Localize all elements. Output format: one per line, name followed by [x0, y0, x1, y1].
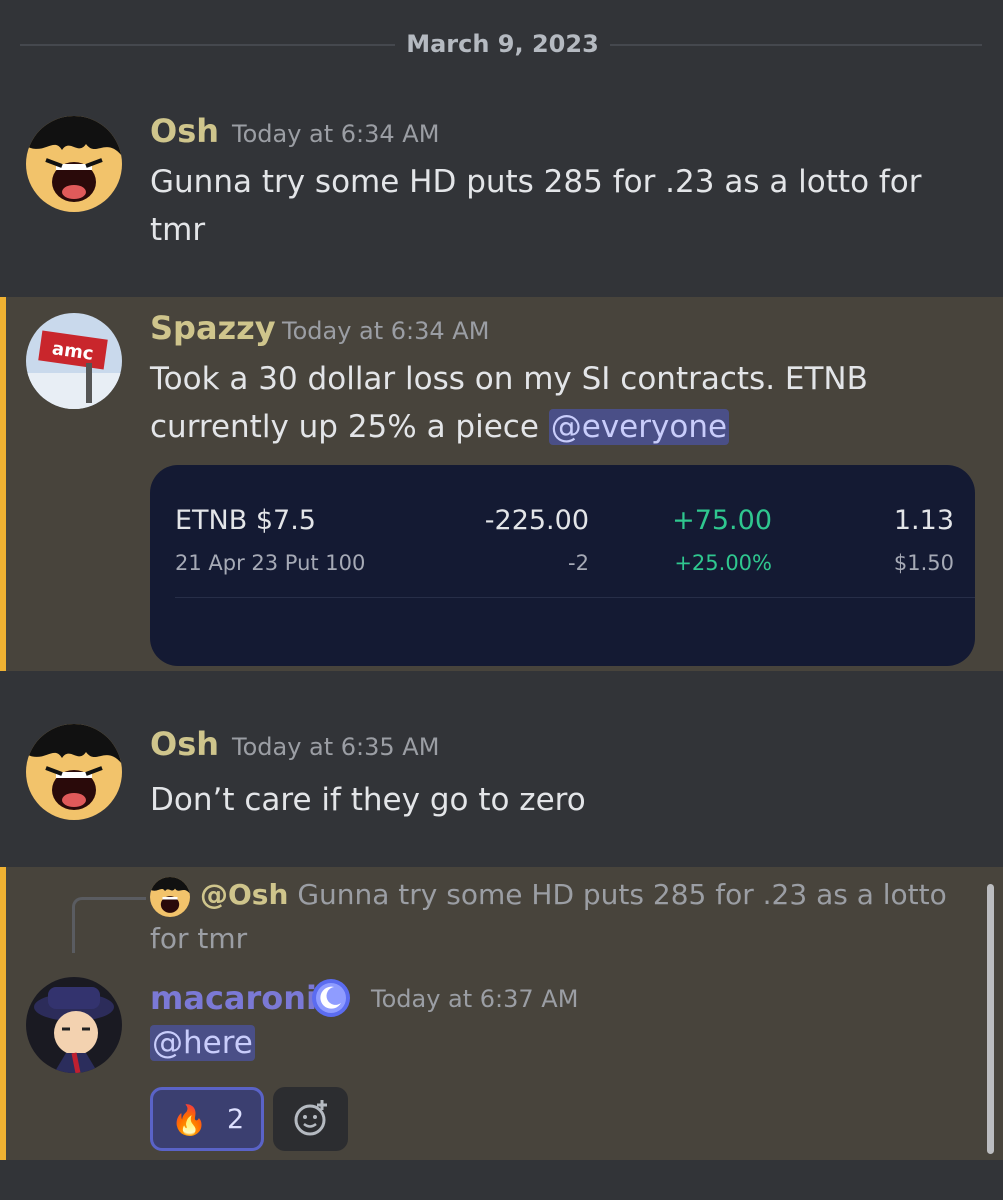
luffy-avatar-icon	[26, 724, 122, 820]
message-text: @here	[150, 1019, 970, 1067]
message-spazzy[interactable]: amc Spazzy Today at 6:34 AM Took a 30 do…	[0, 297, 1003, 671]
embed-contract: 21 Apr 23 Put 100	[175, 551, 366, 575]
author-name[interactable]: macaroni	[150, 979, 317, 1017]
message-text: Don’t care if they go to zero	[150, 782, 586, 818]
date-divider: March 9, 2023	[0, 28, 1003, 62]
embed-cost: $1.50	[893, 551, 954, 575]
author-name[interactable]: Osh	[150, 725, 219, 763]
embed-pl-percent: +25.00%	[674, 551, 772, 575]
message-macaroni[interactable]: @Osh Gunna try some HD puts 285 for .23 …	[0, 867, 1003, 1160]
reaction-count: 2	[227, 1104, 245, 1135]
embed-pl: +75.00	[672, 505, 772, 536]
add-reaction-icon	[294, 1100, 327, 1136]
mention-highlight-bar	[0, 297, 6, 671]
divider-line-right	[610, 44, 982, 46]
anime-kid-avatar-icon	[26, 977, 122, 1073]
timestamp: Today at 6:35 AM	[232, 733, 440, 761]
fire-emoji: 🔥	[171, 1103, 208, 1137]
divider-line-left	[20, 44, 395, 46]
moon-badge-icon	[310, 977, 352, 1019]
scrollbar[interactable]	[987, 884, 994, 1154]
message-text: Took a 30 dollar loss on my SI contracts…	[150, 355, 970, 451]
timestamp: Today at 6:37 AM	[371, 985, 579, 1013]
avatar[interactable]: amc	[26, 313, 122, 409]
reply-author[interactable]: @Osh	[200, 878, 288, 911]
embed-row-separator	[175, 597, 975, 598]
message-osh-2[interactable]: Osh Today at 6:35 AM Don’t care if they …	[0, 712, 1003, 862]
author-name[interactable]: Osh	[150, 112, 219, 150]
embed-quantity: -2	[568, 551, 589, 575]
embed-symbol: ETNB $7.5	[175, 505, 316, 536]
amc-sign-icon: amc	[26, 313, 122, 409]
message-text-body: Took a 30 dollar loss on my SI contracts…	[150, 361, 868, 445]
embed-market-value: -225.00	[484, 505, 589, 536]
embed-price: 1.13	[893, 505, 954, 536]
reaction-fire[interactable]: 🔥 2	[150, 1087, 264, 1151]
reply-connector	[72, 897, 146, 953]
message-osh-1[interactable]: Osh Today at 6:34 AM Gunna try some HD p…	[0, 100, 1003, 275]
add-reaction-button[interactable]	[273, 1087, 348, 1151]
author-name[interactable]: Spazzy	[150, 309, 276, 347]
position-embed-image[interactable]: ETNB $7.5 21 Apr 23 Put 100 -225.00 -2 +…	[150, 465, 975, 666]
luffy-avatar-icon	[26, 116, 122, 212]
avatar[interactable]	[26, 724, 122, 820]
timestamp: Today at 6:34 AM	[282, 317, 490, 345]
mention-highlight-bar	[0, 867, 6, 1160]
reply-preview[interactable]: @Osh Gunna try some HD puts 285 for .23 …	[150, 873, 980, 961]
timestamp: Today at 6:34 AM	[232, 120, 440, 148]
message-text: Gunna try some HD puts 285 for .23 as a …	[150, 164, 922, 248]
avatar[interactable]	[26, 116, 122, 212]
avatar[interactable]	[26, 977, 122, 1073]
everyone-mention[interactable]: @everyone	[548, 409, 730, 445]
here-mention[interactable]: @here	[150, 1025, 255, 1061]
date-divider-text: March 9, 2023	[406, 30, 599, 58]
